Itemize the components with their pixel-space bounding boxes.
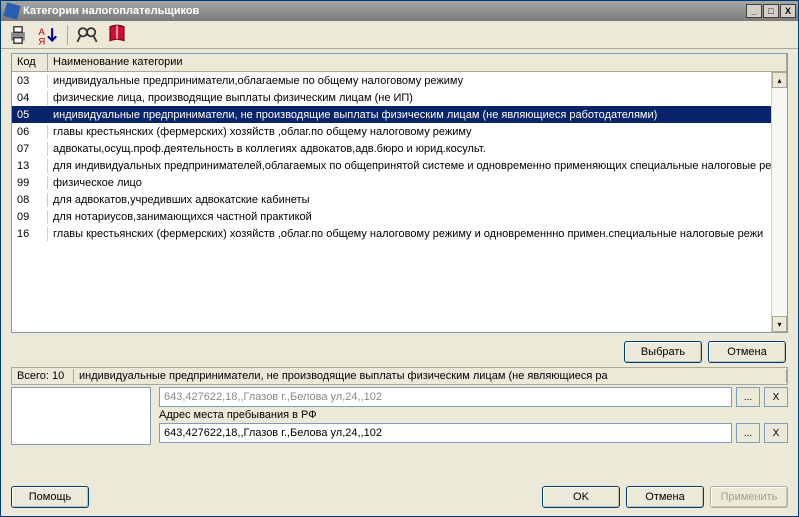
apply-button[interactable]: Применить [710, 486, 788, 508]
address-top-more-button[interactable]: ... [736, 387, 760, 407]
scroll-up-button[interactable]: ▴ [772, 72, 787, 88]
address-top-clear-button[interactable]: X [764, 387, 788, 407]
cell-name: индивидуальные предприниматели, не произ… [48, 108, 787, 122]
toolbar: АЯ [1, 21, 798, 49]
table-row[interactable]: 06главы крестьянских (фермерских) хозяйс… [12, 123, 787, 140]
help-icon[interactable] [106, 24, 128, 46]
select-button[interactable]: Выбрать [624, 341, 702, 363]
cell-name: для нотариусов,занимающихся частной прак… [48, 210, 787, 224]
cell-code: 04 [12, 91, 48, 105]
cell-code: 13 [12, 159, 48, 173]
cell-name: главы крестьянских (фермерских) хозяйств… [48, 227, 787, 241]
cell-code: 06 [12, 125, 48, 139]
close-button[interactable]: X [780, 4, 796, 18]
cell-code: 07 [12, 142, 48, 156]
cell-name: главы крестьянских (фермерских) хозяйств… [48, 125, 787, 139]
address-fields: 643,427622,18,,Глазов г.,Белова ул,24,,1… [159, 387, 788, 445]
table-header: Код Наименование категории [12, 54, 787, 72]
footer: Помощь OK Отмена Применить [1, 480, 798, 516]
address-top-input[interactable]: 643,427622,18,,Глазов г.,Белова ул,24,,1… [159, 387, 732, 407]
cell-name: для адвокатов,учредивших адвокатские каб… [48, 193, 787, 207]
status-total: Всего: 10 [12, 369, 74, 383]
cell-code: 05 [12, 108, 48, 122]
window-controls: _ □ X [746, 4, 796, 18]
col-header-code[interactable]: Код [12, 54, 48, 71]
table-row[interactable]: 16главы крестьянских (фермерских) хозяйс… [12, 225, 787, 242]
cell-code: 16 [12, 227, 48, 241]
status-bar: Всего: 10 индивидуальные предприниматели… [11, 367, 788, 385]
address-top-row: 643,427622,18,,Глазов г.,Белова ул,24,,1… [159, 387, 788, 407]
scroll-down-button[interactable]: ▾ [772, 316, 787, 332]
status-current: индивидуальные предприниматели, не произ… [74, 369, 787, 383]
toolbar-separator [67, 25, 68, 45]
title-bar: Категории налогоплательщиков _ □ X [1, 1, 798, 21]
svg-text:Я: Я [38, 36, 45, 45]
window-title: Категории налогоплательщиков [23, 5, 746, 17]
maximize-button[interactable]: □ [763, 4, 779, 18]
footer-cancel-button[interactable]: Отмена [626, 486, 704, 508]
scroll-track[interactable] [772, 88, 787, 316]
cell-code: 08 [12, 193, 48, 207]
minimize-button[interactable]: _ [746, 4, 762, 18]
cell-code: 03 [12, 74, 48, 88]
address-more-button[interactable]: ... [736, 423, 760, 443]
print-icon[interactable] [7, 24, 29, 46]
lower-panel: 643,427622,18,,Глазов г.,Белова ул,24,,1… [11, 387, 788, 445]
ok-button[interactable]: OK [542, 486, 620, 508]
cell-code: 99 [12, 176, 48, 190]
table-row[interactable]: 07адвокаты,осущ.проф.деятельность в колл… [12, 140, 787, 157]
table-row[interactable]: 13для индивидуальных предпринимателей,об… [12, 157, 787, 174]
address-clear-button[interactable]: X [764, 423, 788, 443]
content-area: Код Наименование категории 03индивидуаль… [1, 49, 798, 480]
app-icon [3, 2, 20, 19]
categories-table: Код Наименование категории 03индивидуаль… [11, 53, 788, 333]
address-row: 643,427622,18,,Глазов г.,Белова ул,24,,1… [159, 423, 788, 443]
cancel-button[interactable]: Отмена [708, 341, 786, 363]
cell-name: для индивидуальных предпринимателей,обла… [48, 159, 787, 173]
table-row[interactable]: 99физическое лицо [12, 174, 787, 191]
cell-name: физическое лицо [48, 176, 787, 190]
app-window: Категории налогоплательщиков _ □ X АЯ Ко… [0, 0, 799, 517]
find-icon[interactable] [76, 24, 98, 46]
table-body[interactable]: 03индивидуальные предприниматели,облагае… [12, 72, 787, 332]
help-button[interactable]: Помощь [11, 486, 89, 508]
table-row[interactable]: 08для адвокатов,учредивших адвокатские к… [12, 191, 787, 208]
cell-name: адвокаты,осущ.проф.деятельность в коллег… [48, 142, 787, 156]
dialog-button-row: Выбрать Отмена [11, 333, 788, 367]
table-row[interactable]: 04физические лица, производящие выплаты … [12, 89, 787, 106]
table-row[interactable]: 05индивидуальные предприниматели, не про… [12, 106, 787, 123]
cell-code: 09 [12, 210, 48, 224]
cell-name: индивидуальные предприниматели,облагаемы… [48, 74, 787, 88]
vertical-scrollbar[interactable]: ▴ ▾ [771, 72, 787, 332]
sort-icon[interactable]: АЯ [37, 24, 59, 46]
preview-thumbnail [11, 387, 151, 445]
col-header-name[interactable]: Наименование категории [48, 54, 787, 71]
table-row[interactable]: 03индивидуальные предприниматели,облагае… [12, 72, 787, 89]
cell-name: физические лица, производящие выплаты фи… [48, 91, 787, 105]
address-label: Адрес места пребывания в РФ [159, 409, 788, 421]
address-input[interactable]: 643,427622,18,,Глазов г.,Белова ул,24,,1… [159, 423, 732, 443]
table-row[interactable]: 09для нотариусов,занимающихся частной пр… [12, 208, 787, 225]
